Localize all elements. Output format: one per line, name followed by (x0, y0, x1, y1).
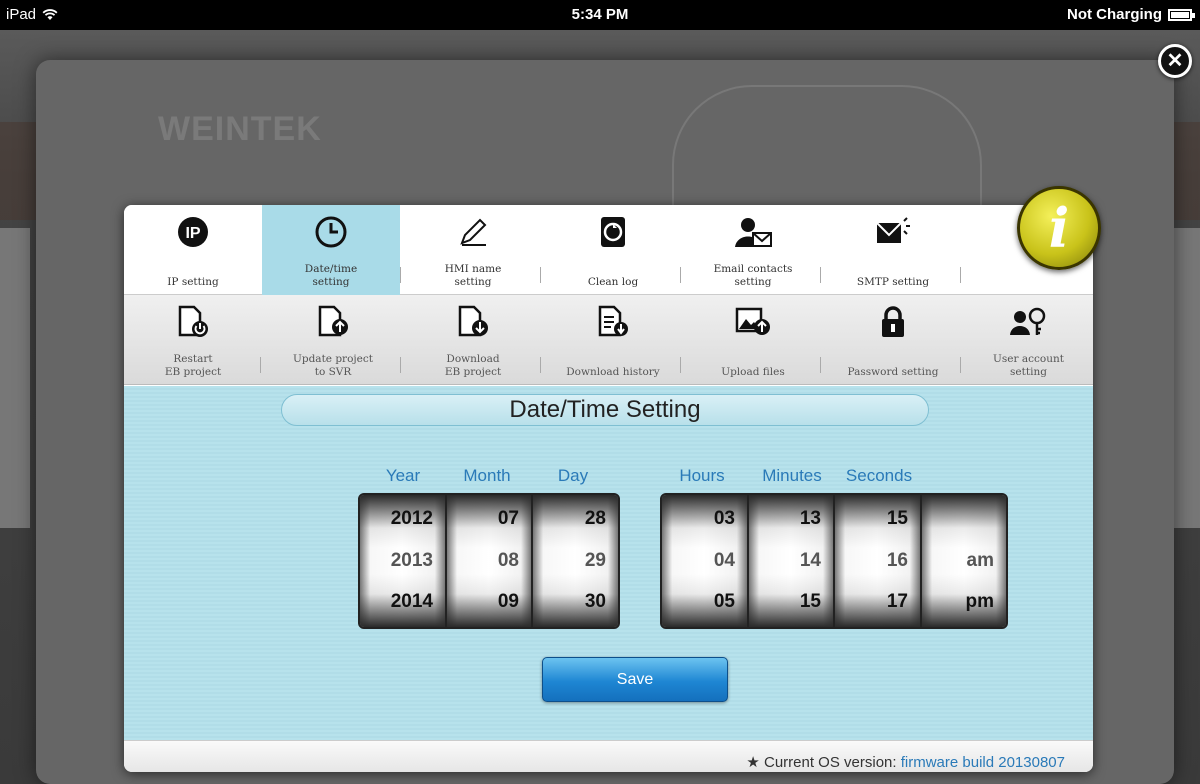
seconds-option[interactable]: 17 (887, 591, 908, 613)
tab-email-contacts[interactable]: Email contacts setting (684, 205, 822, 295)
year-option[interactable]: 2014 (391, 591, 433, 613)
hours-option[interactable]: 05 (714, 591, 735, 613)
battery-status: Not Charging (1067, 6, 1162, 23)
ip-icon: IP (178, 217, 208, 247)
tab-download-history[interactable]: Download history (544, 295, 682, 385)
tab-hmi-name-setting[interactable]: HMI name setting (404, 205, 542, 295)
settings-menu-row2: Restart EB project Update project to SVR (124, 295, 1093, 385)
tab-label: IP setting (167, 276, 219, 288)
tab-label: Upload files (721, 366, 785, 378)
day-option-selected[interactable]: 29 (585, 550, 606, 572)
tab-password-setting[interactable]: Password setting (824, 295, 962, 385)
datetime-panel: Date/Time Setting Year Month Day Hours M… (124, 386, 1093, 740)
seconds-wheel[interactable]: 15 16 17 (835, 495, 922, 627)
tab-update-project[interactable]: Update project to SVR (264, 295, 402, 385)
year-option-selected[interactable]: 2013 (391, 550, 433, 572)
day-header: Day (557, 466, 589, 485)
day-wheel[interactable]: 28 29 30 (533, 495, 618, 627)
month-wheel[interactable]: 07 08 09 (447, 495, 533, 627)
time-picker[interactable]: 03 04 05 13 14 15 15 16 17 am pm (660, 493, 1008, 629)
document-power-icon (178, 305, 208, 337)
minutes-wheel[interactable]: 13 14 15 (749, 495, 835, 627)
seconds-header: Seconds (845, 466, 913, 485)
tab-label: Restart EB project (164, 353, 222, 378)
info-button[interactable]: i (1017, 186, 1101, 270)
date-picker[interactable]: 2012 2013 2014 07 08 09 28 29 30 (358, 493, 620, 629)
ampm-option-selected[interactable]: am (967, 550, 994, 572)
tab-upload-files[interactable]: Upload files (684, 295, 822, 385)
tab-label: HMI name setting (444, 263, 502, 288)
tab-label: User account setting (993, 353, 1064, 378)
month-header: Month (463, 466, 511, 485)
footer: ★ Current OS version: firmware build 201… (124, 740, 1093, 772)
seconds-option-selected[interactable]: 16 (887, 550, 908, 572)
month-option[interactable]: 07 (498, 508, 519, 530)
os-version-label: Current OS version: (764, 754, 897, 771)
day-option[interactable]: 30 (585, 591, 606, 613)
year-header: Year (385, 466, 421, 485)
tab-datetime-setting[interactable]: Date/time setting (262, 205, 400, 295)
clock-icon (315, 216, 347, 248)
minutes-option-selected[interactable]: 14 (800, 550, 821, 572)
firmware-version-link[interactable]: firmware build 20130807 (901, 754, 1065, 771)
settings-menu-row1: IP IP setting Date/time setting HMI name… (124, 205, 1093, 295)
tab-label: Download history (566, 366, 660, 378)
recycle-bin-icon (601, 217, 625, 247)
hours-option[interactable]: 03 (714, 508, 735, 530)
star-icon: ★ (746, 754, 760, 771)
battery-icon (1168, 8, 1195, 21)
tab-restart-eb-project[interactable]: Restart EB project (124, 295, 262, 385)
tab-label: Email contacts setting (713, 263, 793, 288)
minutes-header: Minutes (762, 466, 822, 485)
tab-label: Download EB project (444, 353, 502, 378)
panel-title: Date/Time Setting (509, 396, 701, 423)
tab-clean-log[interactable]: Clean log (544, 205, 682, 295)
year-wheel[interactable]: 2012 2013 2014 (360, 495, 447, 627)
lock-icon (882, 306, 904, 337)
year-option[interactable]: 2012 (391, 508, 433, 530)
status-time: 5:34 PM (571, 6, 629, 23)
tab-smtp-setting[interactable]: SMTP setting (824, 205, 962, 295)
weintek-logo: WEINTEK (158, 110, 322, 148)
minutes-option[interactable]: 15 (800, 591, 821, 613)
mail-send-icon (876, 217, 910, 243)
settings-dialog: IP IP setting Date/time setting HMI name… (124, 205, 1093, 772)
pencil-icon (460, 218, 487, 246)
month-option-selected[interactable]: 08 (498, 550, 519, 572)
hours-header: Hours (679, 466, 725, 485)
document-history-icon (598, 305, 628, 337)
tab-label: Clean log (587, 276, 639, 288)
day-option[interactable]: 28 (585, 508, 606, 530)
tab-label: SMTP setting (856, 276, 930, 288)
svg-text:IP: IP (185, 225, 200, 242)
user-key-icon (1009, 307, 1045, 335)
ampm-wheel[interactable]: am pm (922, 495, 1006, 627)
tab-download-eb-project[interactable]: Download EB project (404, 295, 542, 385)
image-upload-icon (735, 307, 770, 335)
tab-user-account[interactable]: User account setting (964, 295, 1093, 385)
close-button[interactable]: ✕ (1158, 44, 1192, 78)
hours-wheel[interactable]: 03 04 05 (662, 495, 749, 627)
tab-label: Password setting (847, 366, 939, 378)
status-bar: iPad 5:34 PM Not Charging (0, 0, 1200, 30)
document-upload-icon (318, 305, 348, 337)
ampm-option[interactable]: pm (966, 591, 995, 613)
seconds-option[interactable]: 15 (887, 508, 908, 530)
hours-option-selected[interactable]: 04 (714, 550, 735, 572)
tab-ip-setting[interactable]: IP IP setting (124, 205, 262, 295)
minutes-option[interactable]: 13 (800, 508, 821, 530)
document-download-icon (458, 305, 488, 337)
save-button[interactable]: Save (542, 657, 728, 702)
tab-label: Update project to SVR (293, 353, 373, 378)
month-option[interactable]: 09 (498, 591, 519, 613)
contact-email-icon (735, 218, 772, 247)
tab-label: Date/time setting (304, 263, 358, 288)
